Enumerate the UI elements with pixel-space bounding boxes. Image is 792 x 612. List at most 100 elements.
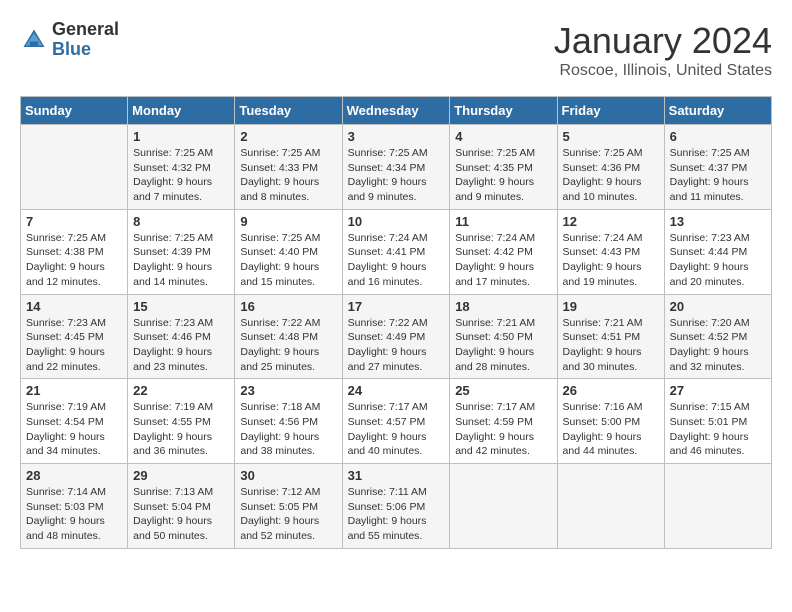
day-number: 21 [26, 383, 122, 398]
day-cell-w3-d1: 14 Sunrise: 7:23 AMSunset: 4:45 PMDaylig… [21, 294, 128, 379]
day-info: Sunrise: 7:23 AMSunset: 4:46 PMDaylight:… [133, 316, 229, 375]
day-cell-w1-d6: 5 Sunrise: 7:25 AMSunset: 4:36 PMDayligh… [557, 125, 664, 210]
day-info: Sunrise: 7:11 AMSunset: 5:06 PMDaylight:… [348, 485, 445, 544]
day-info: Sunrise: 7:12 AMSunset: 5:05 PMDaylight:… [240, 485, 336, 544]
day-cell-w2-d7: 13 Sunrise: 7:23 AMSunset: 4:44 PMDaylig… [664, 209, 771, 294]
day-cell-w5-d1: 28 Sunrise: 7:14 AMSunset: 5:03 PMDaylig… [21, 464, 128, 549]
day-cell-w2-d3: 9 Sunrise: 7:25 AMSunset: 4:40 PMDayligh… [235, 209, 342, 294]
header-thursday: Thursday [450, 97, 557, 125]
day-cell-w1-d2: 1 Sunrise: 7:25 AMSunset: 4:32 PMDayligh… [128, 125, 235, 210]
day-number: 18 [455, 299, 551, 314]
day-info: Sunrise: 7:20 AMSunset: 4:52 PMDaylight:… [670, 316, 766, 375]
day-info: Sunrise: 7:25 AMSunset: 4:35 PMDaylight:… [455, 146, 551, 205]
day-cell-w4-d1: 21 Sunrise: 7:19 AMSunset: 4:54 PMDaylig… [21, 379, 128, 464]
day-info: Sunrise: 7:21 AMSunset: 4:51 PMDaylight:… [563, 316, 659, 375]
day-number: 5 [563, 129, 659, 144]
day-number: 3 [348, 129, 445, 144]
day-cell-w2-d2: 8 Sunrise: 7:25 AMSunset: 4:39 PMDayligh… [128, 209, 235, 294]
day-number: 29 [133, 468, 229, 483]
day-number: 9 [240, 214, 336, 229]
day-number: 6 [670, 129, 766, 144]
week-row-4: 21 Sunrise: 7:19 AMSunset: 4:54 PMDaylig… [21, 379, 772, 464]
day-cell-w3-d2: 15 Sunrise: 7:23 AMSunset: 4:46 PMDaylig… [128, 294, 235, 379]
day-number: 26 [563, 383, 659, 398]
day-info: Sunrise: 7:13 AMSunset: 5:04 PMDaylight:… [133, 485, 229, 544]
week-row-3: 14 Sunrise: 7:23 AMSunset: 4:45 PMDaylig… [21, 294, 772, 379]
day-number: 22 [133, 383, 229, 398]
day-info: Sunrise: 7:25 AMSunset: 4:37 PMDaylight:… [670, 146, 766, 205]
day-number: 31 [348, 468, 445, 483]
header-monday: Monday [128, 97, 235, 125]
day-cell-w3-d7: 20 Sunrise: 7:20 AMSunset: 4:52 PMDaylig… [664, 294, 771, 379]
day-number: 12 [563, 214, 659, 229]
day-cell-w3-d3: 16 Sunrise: 7:22 AMSunset: 4:48 PMDaylig… [235, 294, 342, 379]
day-cell-w1-d5: 4 Sunrise: 7:25 AMSunset: 4:35 PMDayligh… [450, 125, 557, 210]
day-info: Sunrise: 7:19 AMSunset: 4:55 PMDaylight:… [133, 400, 229, 459]
day-cell-w4-d7: 27 Sunrise: 7:15 AMSunset: 5:01 PMDaylig… [664, 379, 771, 464]
header-sunday: Sunday [21, 97, 128, 125]
day-cell-w4-d5: 25 Sunrise: 7:17 AMSunset: 4:59 PMDaylig… [450, 379, 557, 464]
logo-blue-text: Blue [52, 40, 119, 60]
week-row-1: 1 Sunrise: 7:25 AMSunset: 4:32 PMDayligh… [21, 125, 772, 210]
calendar-table: Sunday Monday Tuesday Wednesday Thursday… [20, 96, 772, 549]
day-cell-w5-d7 [664, 464, 771, 549]
calendar-body: 1 Sunrise: 7:25 AMSunset: 4:32 PMDayligh… [21, 125, 772, 549]
day-cell-w4-d4: 24 Sunrise: 7:17 AMSunset: 4:57 PMDaylig… [342, 379, 450, 464]
day-cell-w3-d4: 17 Sunrise: 7:22 AMSunset: 4:49 PMDaylig… [342, 294, 450, 379]
day-cell-w4-d6: 26 Sunrise: 7:16 AMSunset: 5:00 PMDaylig… [557, 379, 664, 464]
week-row-2: 7 Sunrise: 7:25 AMSunset: 4:38 PMDayligh… [21, 209, 772, 294]
day-cell-w1-d1 [21, 125, 128, 210]
day-cell-w4-d3: 23 Sunrise: 7:18 AMSunset: 4:56 PMDaylig… [235, 379, 342, 464]
day-cell-w1-d4: 3 Sunrise: 7:25 AMSunset: 4:34 PMDayligh… [342, 125, 450, 210]
day-info: Sunrise: 7:25 AMSunset: 4:33 PMDaylight:… [240, 146, 336, 205]
day-cell-w4-d2: 22 Sunrise: 7:19 AMSunset: 4:55 PMDaylig… [128, 379, 235, 464]
day-number: 19 [563, 299, 659, 314]
day-info: Sunrise: 7:18 AMSunset: 4:56 PMDaylight:… [240, 400, 336, 459]
header-friday: Friday [557, 97, 664, 125]
day-info: Sunrise: 7:25 AMSunset: 4:40 PMDaylight:… [240, 231, 336, 290]
day-info: Sunrise: 7:24 AMSunset: 4:42 PMDaylight:… [455, 231, 551, 290]
day-info: Sunrise: 7:16 AMSunset: 5:00 PMDaylight:… [563, 400, 659, 459]
day-cell-w3-d6: 19 Sunrise: 7:21 AMSunset: 4:51 PMDaylig… [557, 294, 664, 379]
day-number: 24 [348, 383, 445, 398]
day-headers-row: Sunday Monday Tuesday Wednesday Thursday… [21, 97, 772, 125]
day-info: Sunrise: 7:23 AMSunset: 4:44 PMDaylight:… [670, 231, 766, 290]
day-number: 25 [455, 383, 551, 398]
day-info: Sunrise: 7:19 AMSunset: 4:54 PMDaylight:… [26, 400, 122, 459]
day-number: 4 [455, 129, 551, 144]
header-saturday: Saturday [664, 97, 771, 125]
day-cell-w5-d5 [450, 464, 557, 549]
day-info: Sunrise: 7:25 AMSunset: 4:36 PMDaylight:… [563, 146, 659, 205]
location-text: Roscoe, Illinois, United States [554, 62, 772, 80]
header-tuesday: Tuesday [235, 97, 342, 125]
day-info: Sunrise: 7:22 AMSunset: 4:48 PMDaylight:… [240, 316, 336, 375]
logo: General Blue [20, 20, 119, 60]
day-info: Sunrise: 7:24 AMSunset: 4:41 PMDaylight:… [348, 231, 445, 290]
day-number: 7 [26, 214, 122, 229]
day-cell-w5-d3: 30 Sunrise: 7:12 AMSunset: 5:05 PMDaylig… [235, 464, 342, 549]
day-cell-w1-d7: 6 Sunrise: 7:25 AMSunset: 4:37 PMDayligh… [664, 125, 771, 210]
header-wednesday: Wednesday [342, 97, 450, 125]
day-info: Sunrise: 7:17 AMSunset: 4:57 PMDaylight:… [348, 400, 445, 459]
day-info: Sunrise: 7:25 AMSunset: 4:32 PMDaylight:… [133, 146, 229, 205]
day-info: Sunrise: 7:25 AMSunset: 4:38 PMDaylight:… [26, 231, 122, 290]
day-info: Sunrise: 7:23 AMSunset: 4:45 PMDaylight:… [26, 316, 122, 375]
month-title: January 2024 [554, 20, 772, 62]
day-cell-w2-d5: 11 Sunrise: 7:24 AMSunset: 4:42 PMDaylig… [450, 209, 557, 294]
day-info: Sunrise: 7:21 AMSunset: 4:50 PMDaylight:… [455, 316, 551, 375]
day-info: Sunrise: 7:24 AMSunset: 4:43 PMDaylight:… [563, 231, 659, 290]
day-number: 1 [133, 129, 229, 144]
day-info: Sunrise: 7:14 AMSunset: 5:03 PMDaylight:… [26, 485, 122, 544]
day-cell-w2-d4: 10 Sunrise: 7:24 AMSunset: 4:41 PMDaylig… [342, 209, 450, 294]
day-number: 17 [348, 299, 445, 314]
logo-text: General Blue [52, 20, 119, 60]
day-number: 27 [670, 383, 766, 398]
day-cell-w1-d3: 2 Sunrise: 7:25 AMSunset: 4:33 PMDayligh… [235, 125, 342, 210]
day-number: 11 [455, 214, 551, 229]
page-header: General Blue January 2024 Roscoe, Illino… [20, 20, 772, 80]
day-number: 8 [133, 214, 229, 229]
day-info: Sunrise: 7:17 AMSunset: 4:59 PMDaylight:… [455, 400, 551, 459]
day-number: 16 [240, 299, 336, 314]
day-cell-w3-d5: 18 Sunrise: 7:21 AMSunset: 4:50 PMDaylig… [450, 294, 557, 379]
day-number: 2 [240, 129, 336, 144]
